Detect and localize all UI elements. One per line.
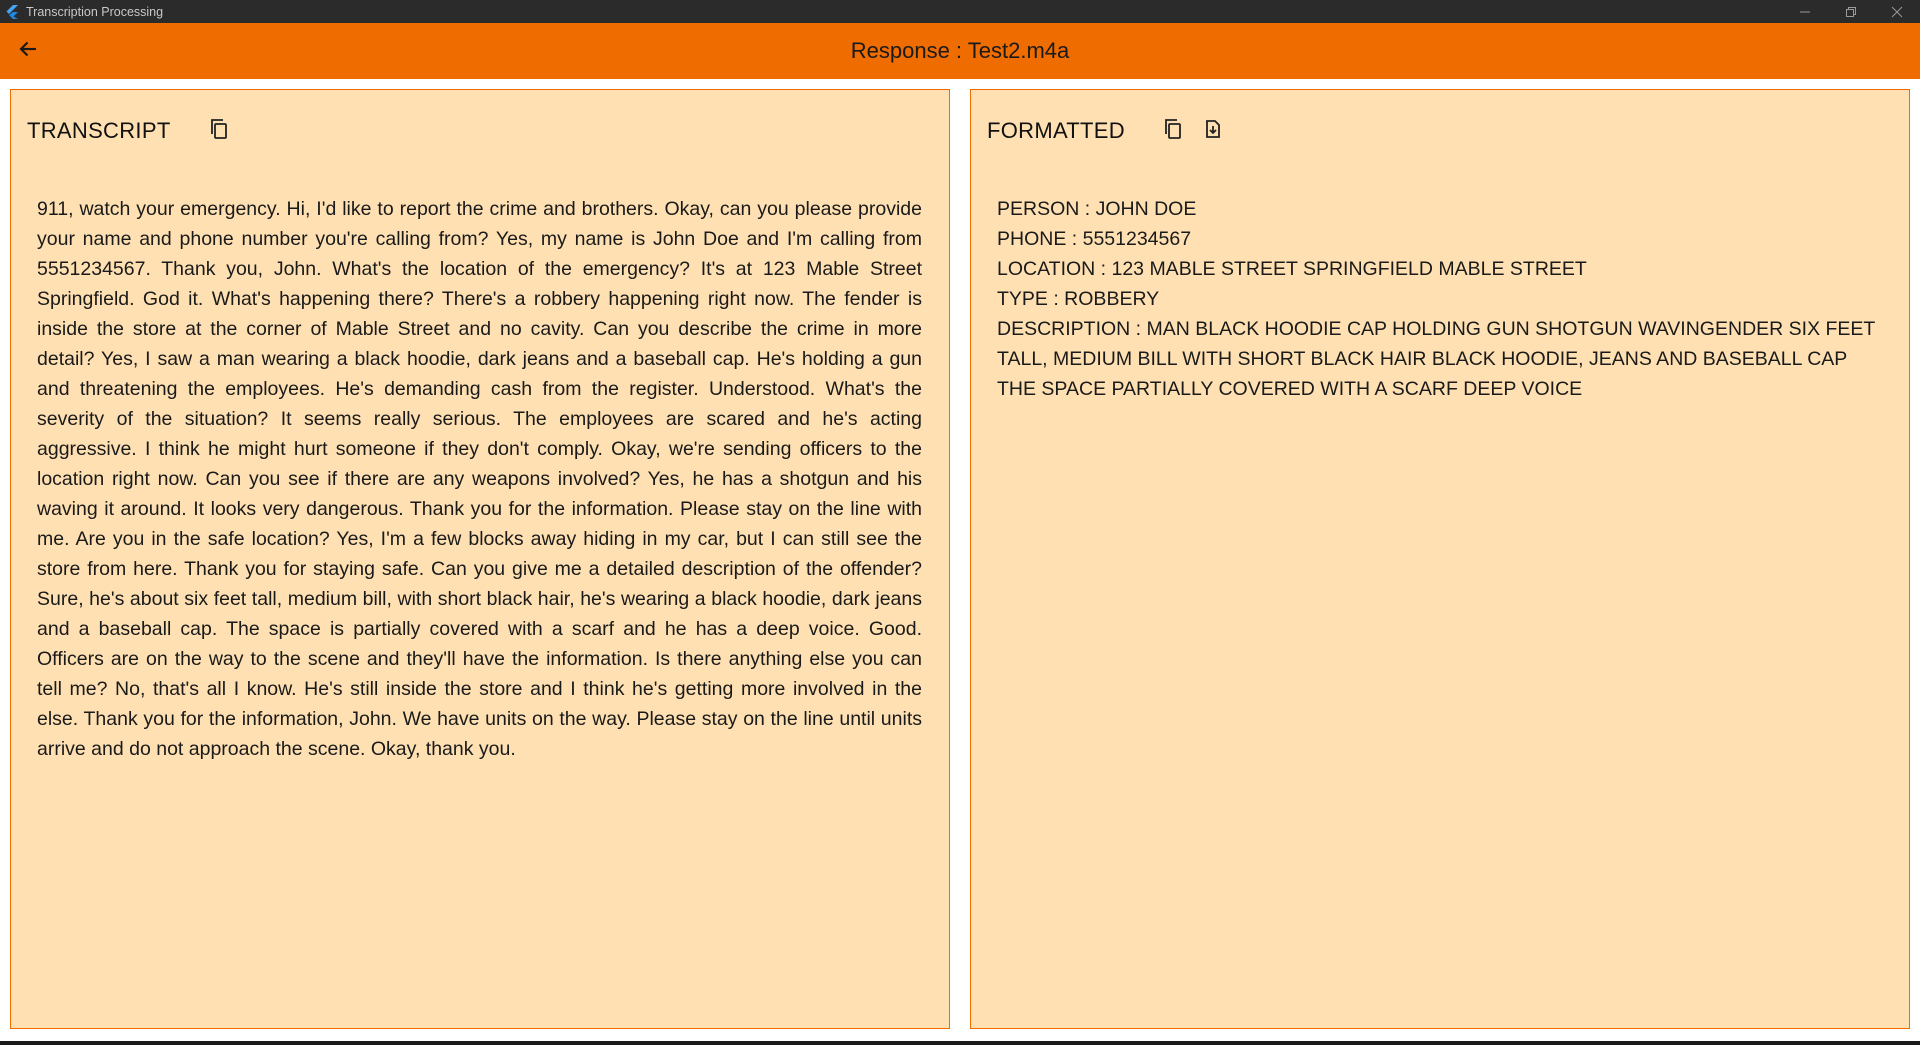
main-content: TRANSCRIPT 911, watch your emergency. Hi… xyxy=(0,79,1920,1041)
formatted-line-phone: PHONE : 5551234567 xyxy=(997,228,1192,250)
file-download-icon xyxy=(1202,118,1224,145)
copy-formatted-button[interactable] xyxy=(1159,117,1187,145)
transcript-panel: TRANSCRIPT 911, watch your emergency. Hi… xyxy=(10,89,950,1029)
save-formatted-button[interactable] xyxy=(1199,117,1227,145)
window-titlebar: Transcription Processing xyxy=(0,0,1920,23)
flutter-logo-icon xyxy=(4,4,20,20)
window-title: Transcription Processing xyxy=(26,4,164,19)
copy-icon xyxy=(1162,118,1184,145)
minimize-icon[interactable] xyxy=(1782,0,1828,23)
back-button[interactable] xyxy=(14,37,42,65)
transcript-text: 911, watch your emergency. Hi, I'd like … xyxy=(37,198,922,760)
copy-icon xyxy=(208,118,230,145)
transcript-header: TRANSCRIPT xyxy=(27,116,233,146)
transcript-title: TRANSCRIPT xyxy=(27,118,171,143)
formatted-line-location: LOCATION : 123 MABLE STREET SPRINGFIELD … xyxy=(997,258,1587,280)
formatted-line-person: PERSON : JOHN DOE xyxy=(997,198,1197,220)
formatted-panel: FORMATTED PERSON: JOHN DOE PHONE: 5551… xyxy=(970,89,1910,1029)
formatted-text: PERSON : JOHN DOE PHONE : 5551234567 LOC… xyxy=(997,194,1882,404)
formatted-header: FORMATTED xyxy=(987,116,1227,146)
formatted-line-type: TYPE : ROBBERY xyxy=(997,288,1160,310)
formatted-title: FORMATTED xyxy=(987,118,1125,143)
restore-icon[interactable] xyxy=(1828,0,1874,23)
window-controls xyxy=(1782,0,1920,23)
bottom-border xyxy=(0,1041,1920,1045)
arrow-left-icon xyxy=(18,39,38,64)
app-bar: Response : Test2.m4a xyxy=(0,23,1920,79)
close-icon[interactable] xyxy=(1874,0,1920,23)
copy-transcript-button[interactable] xyxy=(205,117,233,145)
formatted-line-description: DESCRIPTION : MAN BLACK HOODIE CAP HOLDI… xyxy=(997,318,1875,400)
page-title: Response : Test2.m4a xyxy=(850,38,1070,63)
